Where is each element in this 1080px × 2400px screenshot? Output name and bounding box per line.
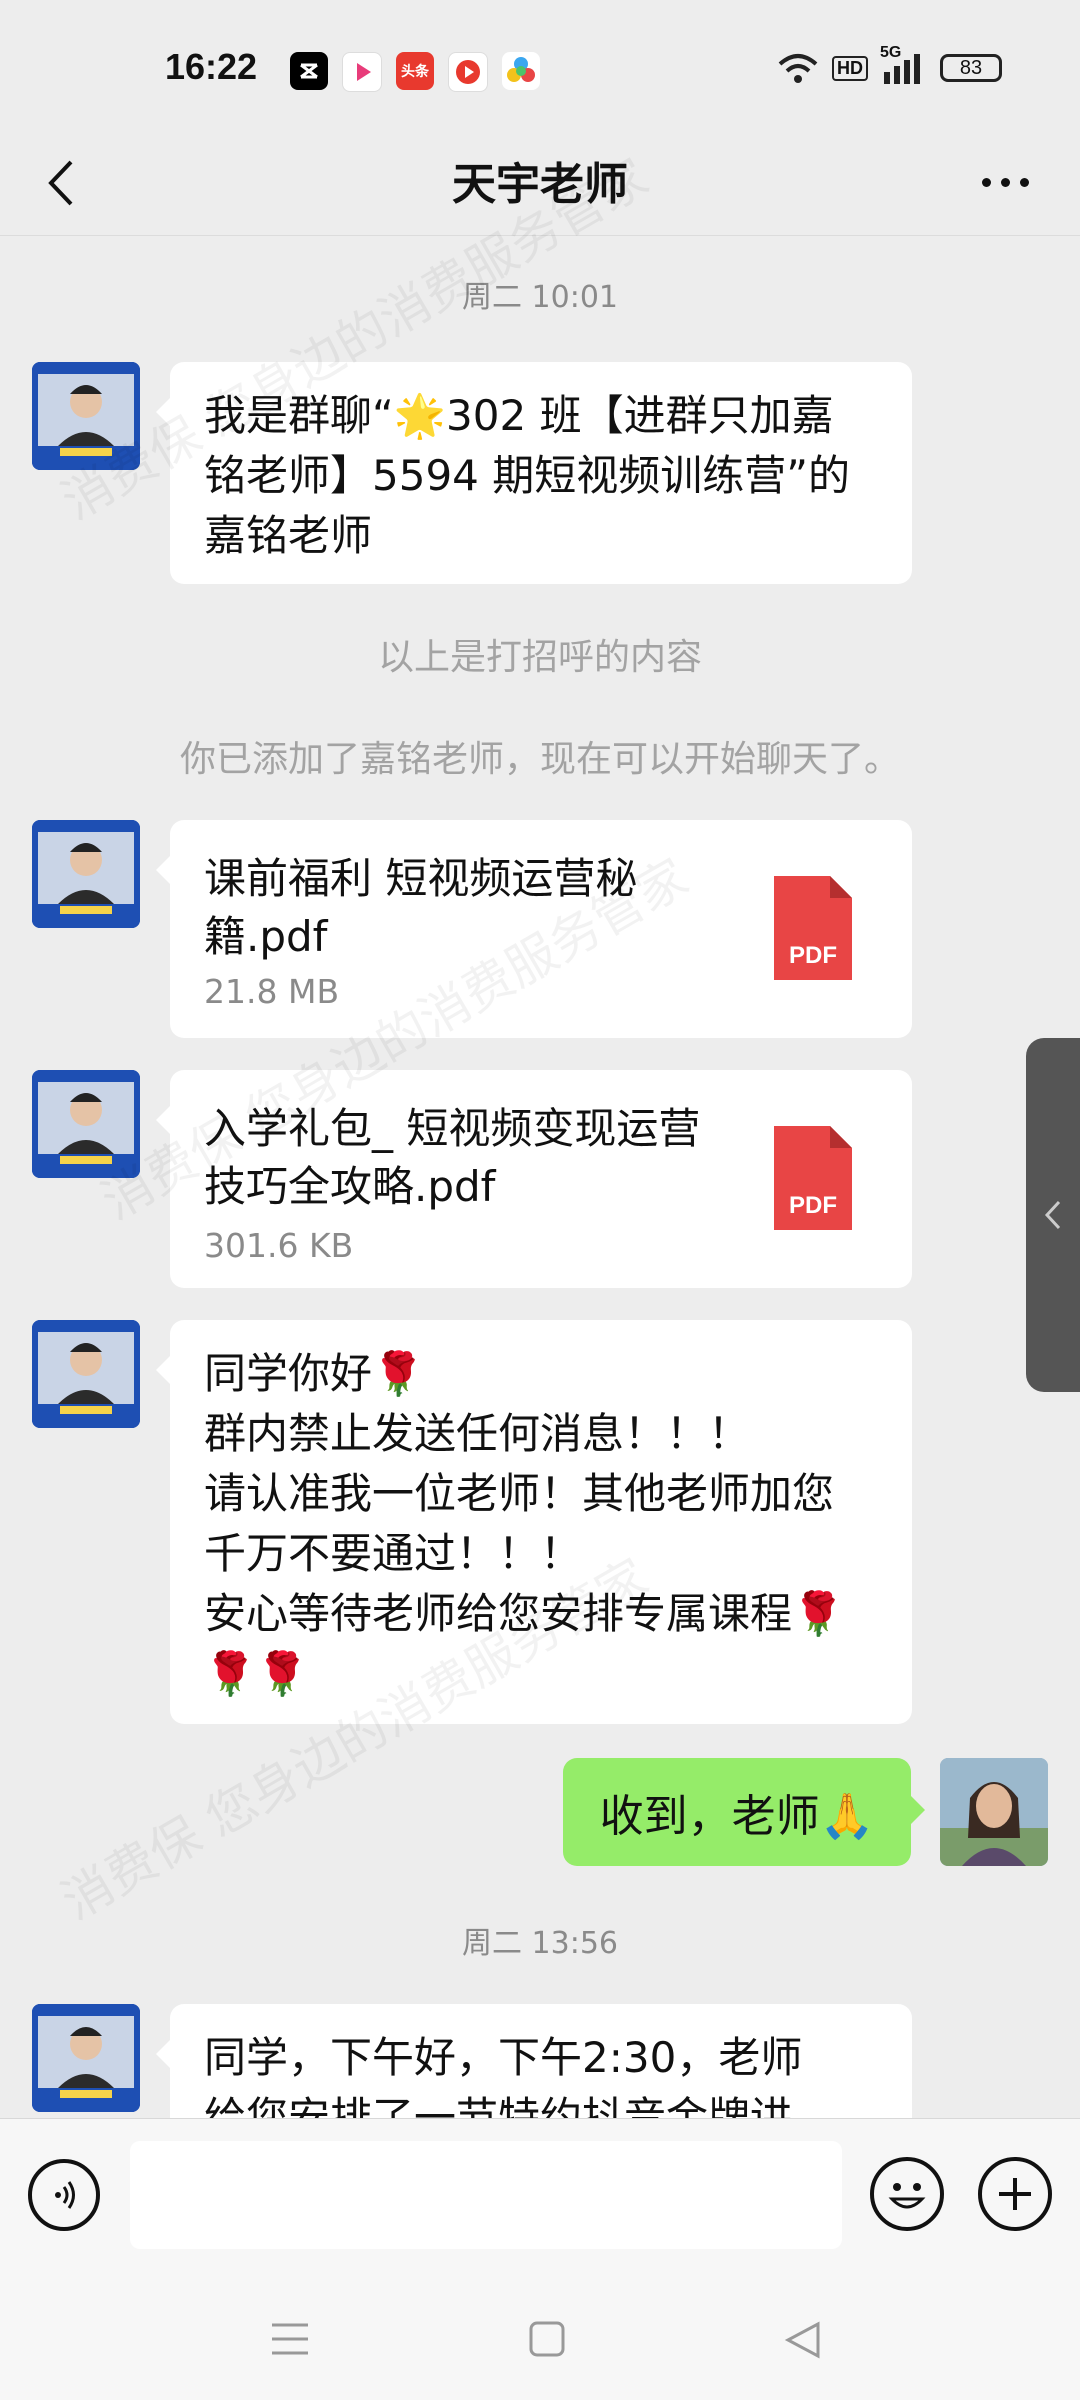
status-time: 16:22 <box>165 46 258 87</box>
signal-icon: 5G <box>880 44 928 86</box>
file-size: 21.8 MB <box>204 972 340 1011</box>
side-drawer-handle[interactable] <box>1026 1038 1080 1392</box>
message-line: 我是群聊“🌟302 班【进群只加嘉 <box>204 391 834 440</box>
chat-header: 天宇老师 <box>0 130 1080 236</box>
pdf-icon: PDF <box>774 876 852 980</box>
file-message[interactable]: 入学礼包_ 短视频变现运营技巧全攻略.pdf 301.6 KB PDF <box>156 1070 912 1288</box>
emoji-icon <box>888 2183 926 2209</box>
battery-level: 83 <box>959 56 983 79</box>
teacher-avatar[interactable] <box>32 1070 140 1178</box>
message-line: 同学，下午好，下午2:30，老师 <box>204 2033 803 2082</box>
pdf-label: PDF <box>789 1192 837 1219</box>
sent-message-bubble[interactable]: 收到，老师🙏 <box>563 1758 925 1866</box>
status-indicators: HD 5G 83 <box>776 44 1002 86</box>
video-app-icon <box>342 52 382 92</box>
more-options-button[interactable] <box>970 152 1040 212</box>
timestamp: 周二 13:56 <box>462 1926 618 1961</box>
sent-message-text: 收到，老师🙏 <box>599 1791 875 1842</box>
pdf-label: PDF <box>789 942 837 969</box>
file-message[interactable]: 课前福利 短视频运营秘籍.pdf 21.8 MB PDF <box>156 820 912 1038</box>
teacher-avatar[interactable] <box>32 1320 140 1428</box>
teacher-avatar[interactable] <box>32 362 140 470</box>
message-line: 请认准我一位老师！其他老师加您 <box>204 1469 835 1518</box>
more-dot <box>1000 177 1010 187</box>
voice-icon <box>55 2181 75 2209</box>
system-message: 以上是打招呼的内容 <box>377 637 702 678</box>
file-name: 入学礼包_ 短视频变现运营技巧全攻略.pdf <box>204 1104 701 1211</box>
system-nav-bar <box>0 2274 1080 2400</box>
system-message: 你已添加了嘉铭老师，现在可以开始聊天了。 <box>179 739 900 780</box>
colorful-app-icon <box>502 52 540 90</box>
plus-icon <box>999 2178 1031 2210</box>
message-line: 同学你好🌹 <box>204 1349 425 1398</box>
message-line: 铭老师】5594 期短视频训练营”的 <box>204 451 850 500</box>
wifi-icon <box>778 54 818 83</box>
red-video-app-icon <box>448 52 488 92</box>
file-name: 课前福利 短视频运营秘籍.pdf <box>204 854 638 961</box>
timestamp: 周二 10:01 <box>462 280 618 315</box>
my-avatar[interactable] <box>940 1758 1048 1866</box>
status-bar: 16:22 头条 HD 5G 83 <box>0 0 1080 130</box>
emoji-button[interactable] <box>870 2157 944 2231</box>
message-input[interactable] <box>130 2141 842 2249</box>
more-dots-icon <box>981 177 991 187</box>
network-type: 5G <box>880 44 902 61</box>
battery-icon: 83 <box>940 54 1002 82</box>
file-size: 301.6 KB <box>204 1226 354 1265</box>
message-line: 安心等待老师给您安排专属课程🌹 <box>204 1589 845 1638</box>
hd-badge: HD <box>832 55 868 81</box>
toutiao-icon: 头条 <box>396 52 434 90</box>
capcut-icon <box>290 52 328 90</box>
message-line: 🌹🌹 <box>204 1649 309 1698</box>
teacher-avatar[interactable] <box>32 820 140 928</box>
message-line: 千万不要通过！！！ <box>204 1529 583 1578</box>
chevron-left-icon <box>1044 1200 1061 1230</box>
toutiao-label: 头条 <box>401 63 429 79</box>
message-line: 群内禁止发送任何消息！！！ <box>204 1409 751 1458</box>
message-line: 嘉铭老师 <box>204 511 373 560</box>
home-icon[interactable] <box>528 2320 566 2358</box>
more-dot <box>1019 177 1029 187</box>
menu-icon[interactable] <box>270 2322 310 2356</box>
teacher-avatar[interactable] <box>32 2004 140 2112</box>
back-nav-icon[interactable] <box>782 2320 822 2360</box>
pdf-icon: PDF <box>774 1126 852 1230</box>
chat-input-bar <box>0 2118 1080 2275</box>
message-bubble-greeting[interactable]: 我是群聊“🌟302 班【进群只加嘉 铭老师】5594 期短视频训练营”的 嘉铭老… <box>156 362 912 584</box>
more-functions-button[interactable] <box>978 2157 1052 2231</box>
message-bubble-notice[interactable]: 同学你好🌹 群内禁止发送任何消息！！！ 请认准我一位老师！其他老师加您 千万不要… <box>156 1320 912 1724</box>
voice-input-button[interactable] <box>28 2159 100 2231</box>
chat-title: 天宇老师 <box>452 159 628 210</box>
status-app-icons: 头条 <box>290 52 540 92</box>
